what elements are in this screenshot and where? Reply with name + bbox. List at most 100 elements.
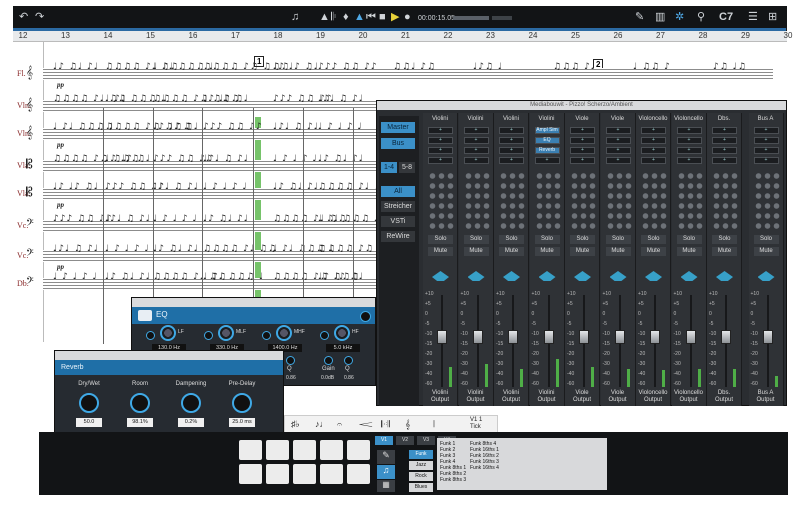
channel-output[interactable]: Violini Output [530, 390, 564, 404]
ruler-mark[interactable]: 14 [104, 31, 113, 40]
volume-fader[interactable] [721, 330, 731, 345]
insert-slot[interactable]: + [463, 127, 489, 134]
ruler-mark[interactable]: 19 [316, 31, 325, 40]
note-group[interactable]: ♩♪♫ ♩ [473, 62, 503, 72]
send-knobs[interactable] [676, 171, 703, 231]
volume-fader[interactable] [437, 330, 447, 345]
frequency-knob[interactable] [334, 325, 350, 341]
fermata-tool[interactable]: 𝄐 [337, 419, 342, 430]
note-group[interactable]: ♩ ♪ ♩ ♪ ♩ [203, 182, 248, 192]
pan-icon[interactable] [467, 271, 485, 281]
drum-pad[interactable] [293, 464, 316, 484]
insert-slot[interactable]: + [463, 137, 489, 144]
send-knobs[interactable] [712, 171, 738, 231]
drum-pad[interactable] [347, 464, 370, 484]
mute-button[interactable]: Mute [605, 247, 631, 256]
note-group[interactable]: ♩♪♩ ♫ ♪♩ [53, 244, 99, 254]
volume-fader[interactable] [685, 330, 696, 345]
frequency-knob[interactable] [276, 325, 292, 341]
volume-fader[interactable] [579, 330, 589, 345]
ruler-mark[interactable]: 18 [274, 31, 283, 40]
accidental-tool[interactable]: ♯♭ [291, 419, 300, 430]
insert-slot[interactable]: + [428, 157, 453, 164]
insert-slot[interactable]: + [499, 137, 524, 144]
insert-slot[interactable]: + [641, 127, 666, 134]
param-knob[interactable] [232, 393, 252, 413]
undo-icon[interactable]: ↶ [19, 11, 28, 23]
mute-button[interactable]: Mute [753, 247, 779, 256]
measure-ruler[interactable]: 12 13 14 15 16 17 18 19 20 21 22 23 24 25 26 27 28 29 30 [13, 28, 792, 42]
channel-output[interactable]: Bus A Output [749, 390, 783, 404]
volume-fader[interactable] [543, 330, 554, 345]
solo-button[interactable]: Solo [605, 235, 631, 244]
param-knob[interactable] [181, 393, 201, 413]
solo-button[interactable]: Solo [712, 235, 737, 244]
note-group[interactable]: ♩ ♪ ♩ ♪ ♩ [153, 214, 198, 224]
drum-pad[interactable] [239, 440, 262, 460]
notes-tool-icon[interactable]: ♫ [377, 465, 395, 479]
insert-slot[interactable]: + [753, 127, 779, 134]
rewind-icon[interactable]: ⏮ [366, 11, 376, 23]
note-group[interactable]: ♩♪ ♩♪ ♫♩ [273, 62, 319, 72]
note-group[interactable]: ♩ ♪♩ ♫♫♫ ♩ [203, 272, 264, 282]
send-knobs[interactable] [428, 171, 454, 231]
solo-button[interactable]: Solo [641, 235, 666, 244]
note-group[interactable]: ♩♪♩ ♫ ♪♩ [273, 122, 319, 132]
nav-rewire[interactable]: ReWire [381, 231, 415, 242]
ruler-mark[interactable]: 24 [529, 31, 538, 40]
kit-button[interactable]: Jazz [409, 461, 433, 470]
volume-fader[interactable] [650, 330, 660, 345]
insert-slot[interactable]: + [605, 147, 631, 154]
stop-icon[interactable]: ■ [379, 11, 386, 23]
note-group[interactable]: ♩♪ ♫♩ ♪♩ [273, 182, 319, 192]
note-group[interactable]: ♩ ♪ ♩ ♪ ♩ [318, 122, 363, 132]
insert-slot[interactable]: + [570, 137, 595, 144]
drum-pad[interactable] [293, 440, 316, 460]
ruler-mark[interactable]: 25 [571, 31, 580, 40]
param-value[interactable]: 25.0 ms [229, 418, 255, 427]
insert-slot[interactable]: + [605, 127, 631, 134]
mute-button[interactable]: Mute [463, 247, 489, 256]
clef-tool[interactable]: 𝄞 [405, 419, 410, 430]
insert-slot[interactable]: + [499, 157, 524, 164]
volume-fader[interactable] [762, 330, 773, 345]
kit-button[interactable]: Funk [409, 450, 433, 459]
channel-output[interactable]: Violini Output [459, 390, 493, 404]
send-knobs[interactable] [463, 171, 490, 231]
note-group[interactable]: ♪♪♪ ♫♫ ♪♪ [318, 62, 378, 72]
redo-icon[interactable]: ↷ [35, 11, 44, 23]
note-group[interactable]: ♪♫ ♩♫ [713, 62, 747, 72]
volume-slider[interactable] [453, 16, 489, 20]
note-group[interactable]: ♫♫♩ ♪♫ [393, 62, 436, 72]
pattern-item[interactable]: Funk 16ths 4 [470, 465, 499, 471]
q-knob[interactable] [286, 356, 295, 365]
pan-icon[interactable] [716, 271, 733, 281]
gain-knob[interactable] [324, 356, 333, 365]
ruler-mark[interactable]: 29 [741, 31, 750, 40]
pan-icon[interactable] [503, 271, 520, 281]
band-enable-icon[interactable] [204, 331, 213, 340]
note-group[interactable]: ♩♪ ♩♪ ♫♩ [53, 182, 99, 192]
insert-slot[interactable]: + [570, 127, 595, 134]
q-knob[interactable] [344, 356, 353, 365]
send-knobs[interactable] [641, 171, 667, 231]
param-value[interactable]: 98.1% [127, 418, 153, 427]
insert-slot[interactable]: Reverb [534, 147, 560, 154]
insert-slot[interactable]: + [605, 157, 631, 164]
insert-slot[interactable]: + [676, 157, 702, 164]
param-value[interactable]: 50.0 [76, 418, 102, 427]
insert-slot[interactable]: + [641, 157, 666, 164]
ruler-mark[interactable]: 28 [699, 31, 708, 40]
insert-slot[interactable]: + [676, 127, 702, 134]
channel-output[interactable]: Violoncello Output [636, 390, 670, 404]
drum-pad[interactable] [320, 440, 343, 460]
ruler-mark[interactable]: 27 [656, 31, 665, 40]
insert-slot[interactable]: + [534, 157, 560, 164]
insert-slot[interactable]: + [570, 157, 595, 164]
param-knob[interactable] [130, 393, 150, 413]
insert-slot[interactable]: + [753, 157, 779, 164]
note-group[interactable]: ♩ ♪♩ ♫♫♫ ♩ [318, 214, 379, 224]
note-group[interactable]: ♩♪ ♩♪ ♫♩ [318, 272, 364, 282]
note-group[interactable]: ♩♪ ♫♩ ♪♩ [318, 154, 364, 164]
insert-slot[interactable]: + [676, 137, 702, 144]
